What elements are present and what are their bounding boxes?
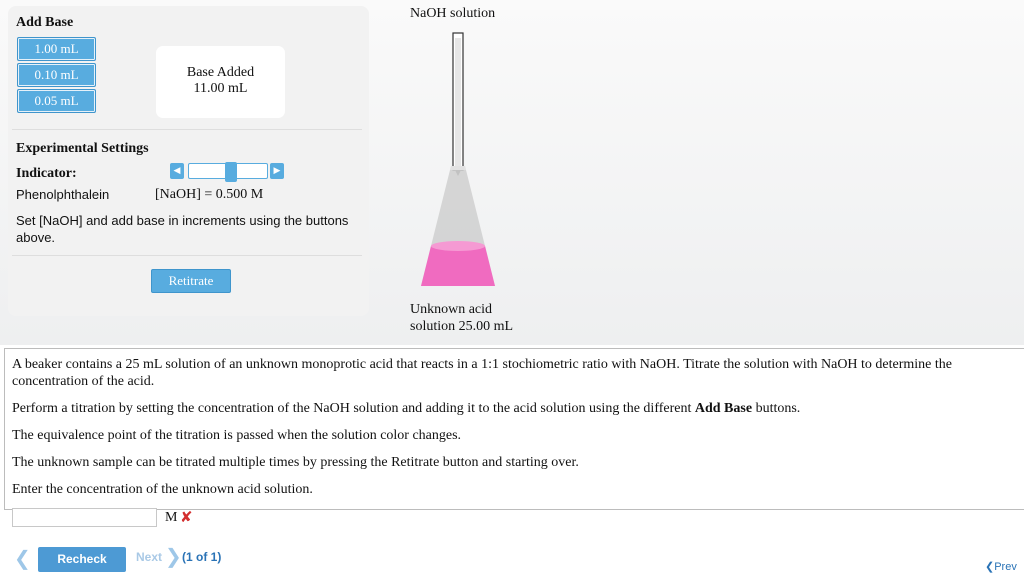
indicator-value: Phenolphthalein (16, 187, 110, 202)
acid-solution (421, 246, 495, 286)
base-added-box: Base Added 11.00 mL (156, 46, 285, 118)
simulation-area: Add Base 1.00 mL 0.10 mL 0.05 mL Base Ad… (0, 0, 1024, 345)
slider-thumb[interactable] (225, 162, 237, 182)
slider-right-arrow-icon[interactable]: ▶ (270, 163, 284, 179)
divider (12, 255, 362, 256)
base-added-value: 11.00 mL (193, 81, 248, 96)
retitrate-button[interactable]: Retitrate (151, 269, 231, 293)
titration-apparatus (421, 32, 495, 286)
prev-chevron-icon: ❮ (985, 561, 995, 573)
recheck-button[interactable]: Recheck (38, 547, 126, 572)
divider (12, 129, 362, 130)
page-indicator: (1 of 1) (182, 550, 222, 564)
experimental-settings-title: Experimental Settings (16, 141, 149, 156)
instructions-text: Set [NaOH] and add base in increments us… (16, 213, 349, 245)
incorrect-x-icon: ✘ (180, 508, 193, 526)
problem-text-4: The unknown sample can be titrated multi… (12, 455, 579, 470)
problem-text-2: Perform a titration by setting the conce… (12, 401, 801, 416)
acid-label-line1: Unknown acid (410, 302, 493, 317)
base-added-label: Base Added (186, 65, 255, 80)
control-panel: Add Base 1.00 mL 0.10 mL 0.05 mL Base Ad… (8, 6, 369, 316)
prev-chevron-icon[interactable]: ❮ (14, 546, 31, 570)
problem-text-5: Enter the concentration of the unknown a… (12, 482, 313, 497)
add-0-05-ml-button[interactable]: 0.05 mL (17, 89, 96, 113)
next-link[interactable]: Next (136, 550, 162, 564)
problem-text-3: The equivalence point of the titration i… (12, 428, 462, 443)
prev-label: Prev (994, 561, 1017, 573)
add-base-title: Add Base (16, 15, 74, 30)
naoh-concentration-value: [NaOH] = 0.500 M (155, 187, 264, 202)
acid-label-line2: solution 25.00 mL (410, 319, 514, 334)
naoh-solution-label: NaOH solution (410, 6, 496, 21)
naoh-concentration-slider[interactable]: ◀ ▶ (170, 162, 288, 182)
slider-left-arrow-icon[interactable]: ◀ (170, 163, 184, 179)
prev-link[interactable]: ❮Prev (985, 560, 1017, 573)
add-1-00-ml-button[interactable]: 1.00 mL (17, 37, 96, 61)
indicator-label: Indicator: (16, 166, 77, 181)
problem-statement: A beaker contains a 25 mL solution of an… (4, 348, 1024, 510)
next-chevron-icon[interactable]: ❯ (165, 544, 182, 568)
problem-text-1: A beaker contains a 25 mL solution of an… (12, 357, 953, 389)
answer-input[interactable] (12, 508, 157, 527)
unknown-acid-label: Unknown acid solution 25.00 mL (410, 301, 513, 335)
answer-unit: M (165, 510, 178, 525)
add-0-10-ml-button[interactable]: 0.10 mL (17, 63, 96, 87)
